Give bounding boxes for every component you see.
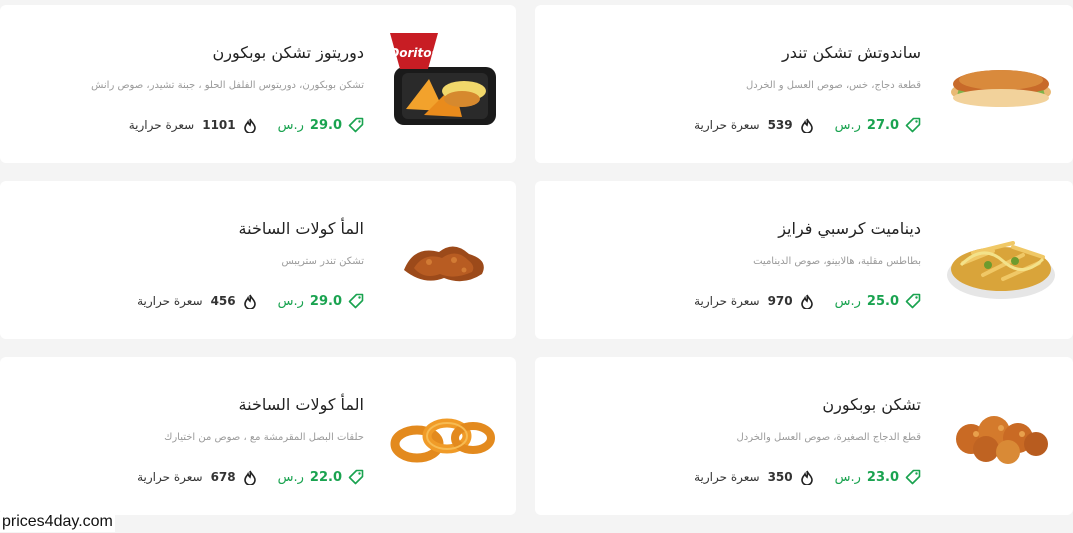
- price-tag-icon: [348, 117, 364, 133]
- calories: 350 سعرة حرارية: [694, 470, 813, 485]
- price-currency: ر.س: [277, 293, 304, 309]
- calorie-label: سعرة حرارية: [694, 294, 760, 308]
- price-value: 29.0: [309, 293, 342, 309]
- menu-card[interactable]: ديناميت كرسبي فرايز بطاطس مقلية، هالابين…: [535, 181, 1073, 339]
- onion-rings-image: [381, 357, 506, 515]
- item-meta: 29.0 ر.س 1101 سعرة حرارية: [129, 117, 364, 133]
- price-value: 25.0: [866, 293, 899, 309]
- item-title: دوريتوز تشكن بوبكورن: [212, 43, 364, 62]
- calorie-count: 1101: [202, 118, 236, 132]
- watermark-text: prices4day.com: [0, 512, 115, 532]
- item-meta: 23.0 ر.س 350 سعرة حرارية: [694, 469, 921, 485]
- price-currency: ر.س: [834, 469, 861, 485]
- price-tag-icon: [905, 469, 921, 485]
- price-tag-icon: [905, 117, 921, 133]
- calorie-label: سعرة حرارية: [694, 118, 760, 132]
- price: 25.0 ر.س: [835, 293, 921, 309]
- price: 29.0 ر.س: [278, 293, 364, 309]
- menu-card[interactable]: المأ كولات الساخنة حلقات البصل المقرمشة …: [0, 357, 516, 515]
- calorie-count: 350: [767, 470, 793, 484]
- item-description: حلقات البصل المقرمشة مع ، صوص من اختيارك: [164, 432, 364, 443]
- price-currency: ر.س: [277, 469, 304, 485]
- price: 27.0 ر.س: [835, 117, 921, 133]
- chicken-strips-image: [381, 181, 506, 339]
- chicken-popcorn-image: [938, 357, 1063, 515]
- price-currency: ر.س: [834, 117, 861, 133]
- price-value: 22.0: [309, 469, 342, 485]
- price-tag-icon: [348, 469, 364, 485]
- menu-grid: ساندوتش تشكن تندر قطعة دجاج، خس، صوص الع…: [0, 0, 1073, 533]
- flame-icon: [243, 470, 256, 485]
- menu-card[interactable]: تشكن بوبكورن قطع الدجاج الصغيرة، صوص الع…: [535, 357, 1073, 515]
- item-meta: 22.0 ر.س 678 سعرة حرارية: [137, 469, 364, 485]
- calories: 539 سعرة حرارية: [694, 118, 813, 133]
- calorie-label: سعرة حرارية: [128, 118, 195, 132]
- flame-icon: [800, 470, 813, 485]
- price: 23.0 ر.س: [835, 469, 921, 485]
- item-meta: 25.0 ر.س 970 سعرة حرارية: [694, 293, 921, 309]
- menu-card[interactable]: المأ كولات الساخنة تشكن تندر ستريبس 29.0…: [0, 181, 516, 339]
- calorie-count: 970: [767, 294, 793, 308]
- calorie-count: 678: [210, 470, 236, 484]
- calories: 970 سعرة حرارية: [694, 294, 813, 309]
- price-currency: ر.س: [277, 117, 304, 133]
- calorie-label: سعرة حرارية: [694, 470, 760, 484]
- flame-icon: [243, 118, 256, 133]
- flame-icon: [800, 294, 813, 309]
- item-description: تشكن بوبكورن، دوريتوس الفلفل الحلو ، جبن…: [91, 80, 364, 91]
- item-title: تشكن بوبكورن: [822, 395, 921, 414]
- menu-card[interactable]: ساندوتش تشكن تندر قطعة دجاج، خس، صوص الع…: [535, 5, 1073, 163]
- item-description: قطع الدجاج الصغيرة، صوص العسل والخردل: [736, 432, 921, 443]
- price-tag-icon: [348, 293, 364, 309]
- price: 29.0 ر.س: [278, 117, 364, 133]
- price-value: 27.0: [866, 117, 899, 133]
- calories: 1101 سعرة حرارية: [129, 118, 256, 133]
- flame-icon: [800, 118, 813, 133]
- sandwich-image: [938, 5, 1063, 163]
- price-value: 29.0: [309, 117, 342, 133]
- doritos-popcorn-image: Doritos: [381, 5, 506, 163]
- price-value: 23.0: [866, 469, 899, 485]
- item-title: ساندوتش تشكن تندر: [781, 43, 921, 62]
- calorie-count: 456: [210, 294, 236, 308]
- price-tag-icon: [905, 293, 921, 309]
- item-title: ديناميت كرسبي فرايز: [778, 219, 921, 238]
- doritos-logo-text: Doritos: [389, 46, 438, 60]
- item-title: المأ كولات الساخنة: [238, 395, 364, 414]
- price: 22.0 ر.س: [278, 469, 364, 485]
- calorie-count: 539: [767, 118, 793, 132]
- calories: 456 سعرة حرارية: [137, 294, 256, 309]
- calories: 678 سعرة حرارية: [137, 470, 256, 485]
- item-description: بطاطس مقلية، هالابينو، صوص الديناميت: [753, 256, 921, 267]
- item-description: قطعة دجاج، خس، صوص العسل و الخردل: [746, 80, 921, 91]
- price-currency: ر.س: [834, 293, 861, 309]
- item-description: تشكن تندر ستريبس: [281, 256, 364, 267]
- flame-icon: [243, 294, 256, 309]
- item-meta: 27.0 ر.س 539 سعرة حرارية: [694, 117, 921, 133]
- item-title: المأ كولات الساخنة: [238, 219, 364, 238]
- calorie-label: سعرة حرارية: [137, 470, 203, 484]
- fries-image: [938, 181, 1063, 339]
- item-meta: 29.0 ر.س 456 سعرة حرارية: [137, 293, 364, 309]
- calorie-label: سعرة حرارية: [137, 294, 203, 308]
- menu-card[interactable]: Doritos دوريتوز تشكن بوبكورن تشكن بوبكور…: [0, 5, 516, 163]
